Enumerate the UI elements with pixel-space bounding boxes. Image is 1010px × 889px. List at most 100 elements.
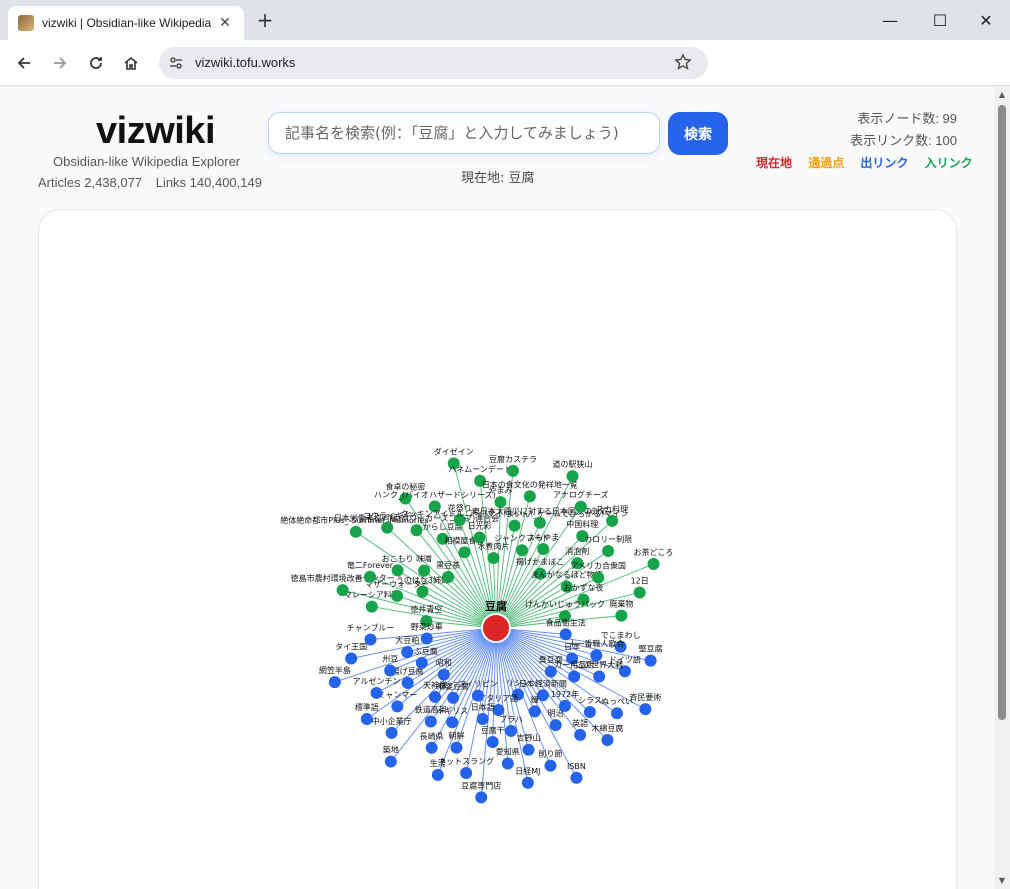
out-link-node-label: 長崎県 (420, 731, 444, 741)
out-link-node[interactable] (639, 703, 652, 716)
search-input[interactable] (268, 112, 660, 154)
out-link-node[interactable] (544, 665, 557, 678)
out-link-node[interactable] (522, 743, 535, 756)
page-scrollbar[interactable]: ▲ ▼ (994, 87, 1010, 889)
out-link-node[interactable] (447, 691, 460, 704)
minimize-icon[interactable]: — (870, 6, 910, 34)
out-link-node[interactable] (420, 632, 433, 645)
in-link-node[interactable] (487, 552, 500, 565)
maximize-icon[interactable]: ☐ (920, 6, 960, 34)
out-link-node[interactable] (544, 759, 557, 772)
in-link-node[interactable] (381, 521, 394, 534)
in-link-node[interactable] (506, 464, 519, 477)
out-link-node[interactable] (401, 676, 414, 689)
out-link-node[interactable] (505, 724, 518, 737)
in-link-node[interactable] (442, 570, 455, 583)
in-link-node[interactable] (336, 584, 349, 597)
out-link-node[interactable] (431, 768, 444, 781)
close-window-icon[interactable]: ✕ (966, 6, 1006, 34)
out-link-node[interactable] (593, 670, 606, 683)
scroll-up-icon[interactable]: ▲ (997, 90, 1007, 100)
in-link-node[interactable] (574, 500, 587, 513)
in-link-node[interactable] (566, 470, 579, 483)
out-link-node[interactable] (521, 776, 534, 789)
out-link-node[interactable] (476, 713, 489, 726)
in-link-node[interactable] (537, 543, 550, 556)
out-link-node[interactable] (460, 766, 473, 779)
current-node[interactable] (481, 613, 511, 643)
link-graph[interactable]: 徳井青空マレーシア料理徳島市農村環境改善センターマザーウォーター竜二Foreve… (39, 210, 958, 889)
out-link-node[interactable] (391, 700, 404, 713)
in-link-node[interactable] (364, 570, 377, 583)
scroll-down-icon[interactable]: ▼ (997, 876, 1007, 886)
out-link-node[interactable] (364, 633, 377, 646)
in-link-node-label: 12日 (631, 576, 649, 585)
home-icon[interactable] (117, 49, 145, 77)
in-link-node[interactable] (391, 564, 404, 577)
out-link-node[interactable] (424, 715, 437, 728)
out-link-node-label: 豆腐干 (481, 725, 505, 735)
in-link-node[interactable] (508, 519, 521, 532)
out-link-node[interactable] (385, 726, 398, 739)
out-link-node[interactable] (345, 652, 358, 665)
in-link-node[interactable] (592, 571, 605, 584)
out-link-node[interactable] (568, 670, 581, 683)
out-link-node[interactable] (570, 771, 583, 784)
current-node-label: 豆腐 (485, 599, 507, 613)
out-link-node[interactable] (428, 690, 441, 703)
out-link-node[interactable] (446, 716, 459, 729)
out-link-node[interactable] (384, 755, 397, 768)
in-link-node[interactable] (633, 586, 646, 599)
in-link-node[interactable] (615, 609, 628, 622)
in-link-node[interactable] (349, 525, 362, 538)
in-link-node[interactable] (410, 524, 423, 537)
in-link-node[interactable] (533, 516, 546, 529)
out-link-node[interactable] (328, 676, 341, 689)
graph-panel[interactable]: 徳井青空 マレーシア料理 徳島市農村環境改善センター マザーウォーター 竜二Foreve… (38, 209, 957, 889)
close-tab-icon[interactable]: ✕ (216, 14, 234, 32)
browser-tab[interactable]: vizwiki | Obsidian-like Wikipedia ✕ (8, 6, 244, 40)
in-link-node[interactable] (647, 558, 660, 571)
search-button[interactable]: 検索 (668, 112, 728, 155)
site-logo[interactable]: vizwiki (96, 110, 216, 153)
out-link-node[interactable] (360, 713, 373, 726)
reload-icon[interactable] (82, 49, 110, 77)
in-link-node[interactable] (523, 490, 536, 503)
in-link-node[interactable] (391, 589, 404, 602)
site-info-icon[interactable] (167, 54, 185, 72)
back-icon[interactable] (10, 49, 38, 77)
forward-icon[interactable] (46, 49, 74, 77)
new-tab-icon[interactable]: + (254, 8, 276, 32)
url-text: vizwiki.tofu.works (195, 55, 296, 70)
out-link-node[interactable] (486, 735, 499, 748)
out-link-node[interactable] (401, 646, 414, 659)
out-link-node[interactable] (425, 741, 438, 754)
in-link-node[interactable] (602, 545, 615, 558)
out-link-node[interactable] (610, 707, 623, 720)
in-link-node[interactable] (365, 600, 378, 613)
out-link-node[interactable] (471, 689, 484, 702)
in-link-node[interactable] (606, 514, 619, 527)
out-link-node[interactable] (370, 686, 383, 699)
in-link-node[interactable] (458, 546, 471, 559)
in-link-node[interactable] (516, 544, 529, 557)
out-link-node[interactable] (583, 706, 596, 719)
in-link-node[interactable] (418, 564, 431, 577)
in-link-node-label: スカ料理 (596, 504, 628, 514)
out-link-node[interactable] (415, 656, 428, 669)
out-link-node[interactable] (601, 733, 614, 746)
out-link-node[interactable] (528, 705, 541, 718)
out-link-node[interactable] (384, 664, 397, 677)
out-link-node[interactable] (501, 757, 514, 770)
scroll-thumb[interactable] (998, 105, 1006, 720)
out-link-node[interactable] (644, 654, 657, 667)
out-link-node[interactable] (437, 668, 450, 681)
in-link-node[interactable] (416, 585, 429, 598)
out-link-node[interactable] (450, 741, 463, 754)
bookmark-star-icon[interactable] (674, 53, 694, 73)
out-link-node[interactable] (549, 719, 562, 732)
address-bar[interactable]: vizwiki.tofu.works (159, 47, 708, 79)
out-link-node[interactable] (574, 728, 587, 741)
out-link-node[interactable] (590, 649, 603, 662)
out-link-node[interactable] (475, 791, 488, 804)
